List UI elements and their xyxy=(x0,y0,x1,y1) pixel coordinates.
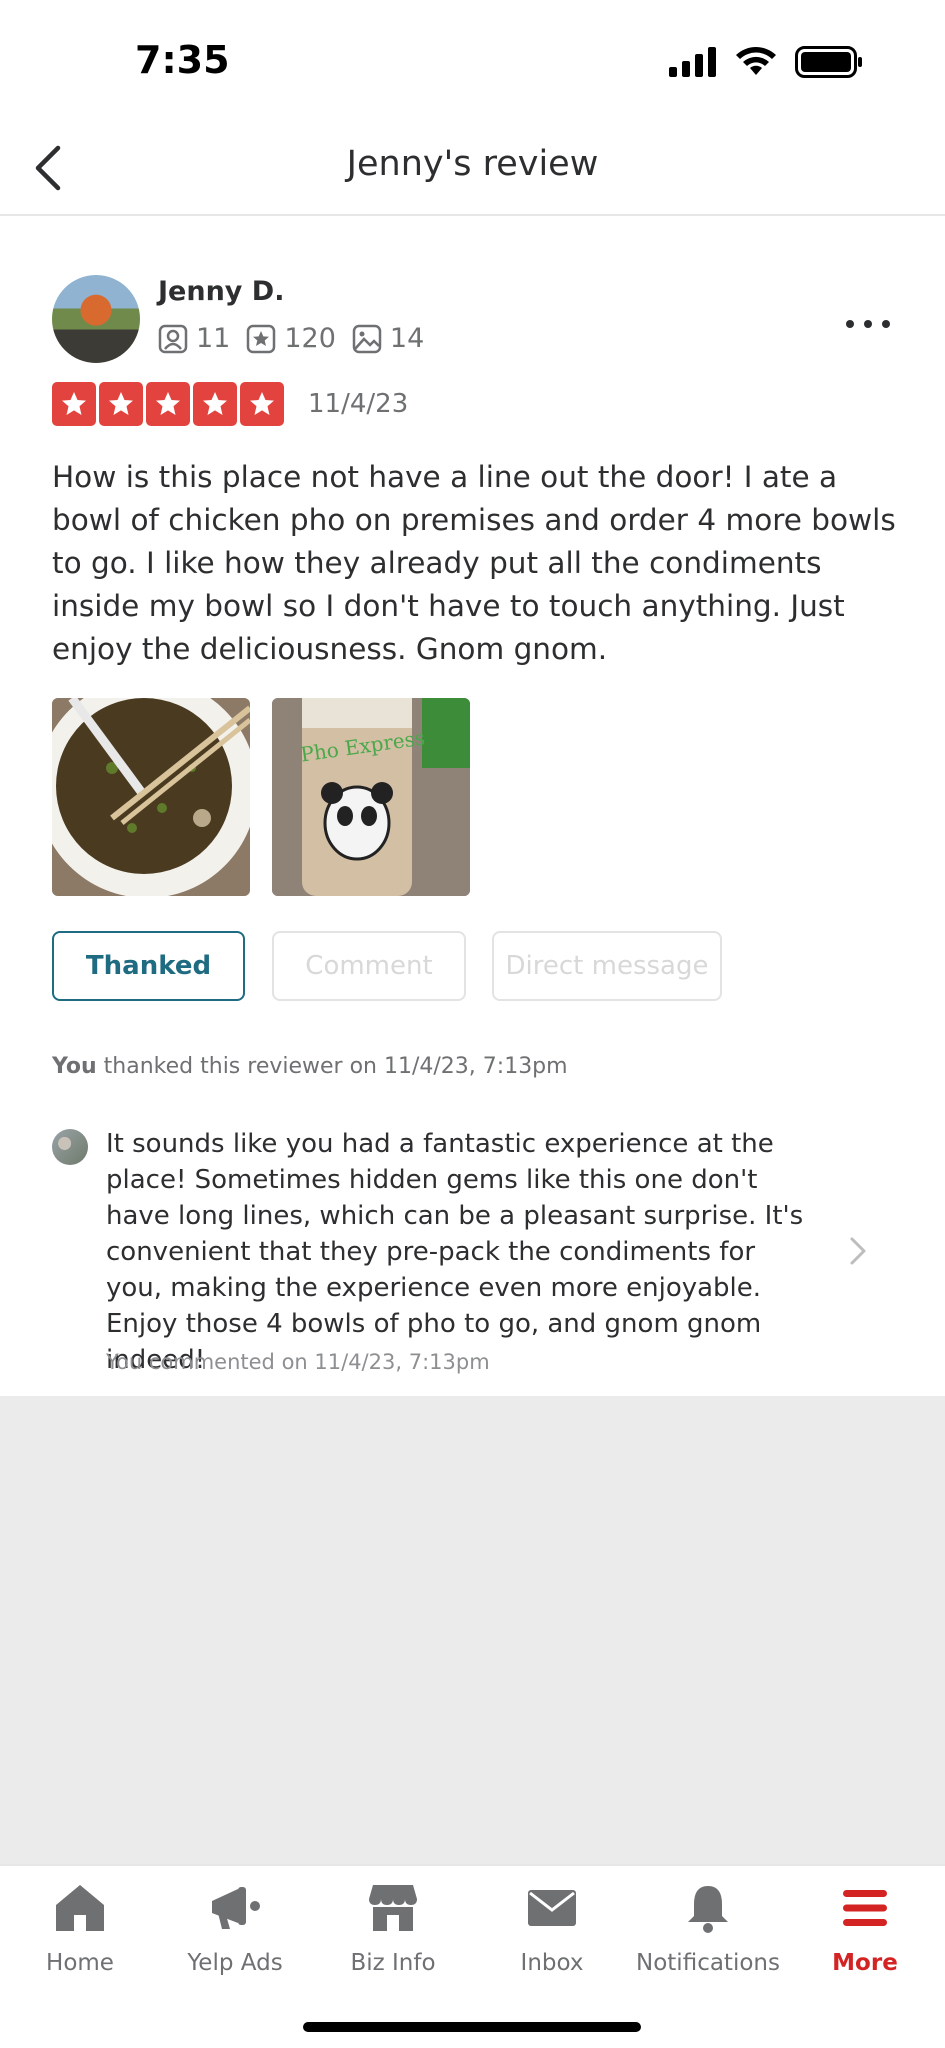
tab-home[interactable]: Home xyxy=(0,1880,160,1976)
star-icon xyxy=(240,382,284,426)
tab-inbox[interactable]: Inbox xyxy=(472,1880,632,1976)
friends-stat: 11 xyxy=(158,323,230,354)
megaphone-icon xyxy=(207,1880,263,1936)
comment-text[interactable]: It sounds like you had a fantastic exper… xyxy=(106,1126,806,1378)
comment-button[interactable]: Comment xyxy=(272,931,466,1001)
page-title: Jenny's review xyxy=(346,144,599,184)
thanked-note-text: thanked this reviewer on 11/4/23, 7:13pm xyxy=(96,1054,568,1079)
photos-count: 14 xyxy=(389,323,425,354)
reviewer-name[interactable]: Jenny D. xyxy=(158,276,284,307)
review-photo-pho-bowl[interactable] xyxy=(52,698,250,896)
status-time: 7:35 xyxy=(135,38,230,82)
tab-notifications[interactable]: Notifications xyxy=(628,1880,788,1976)
status-icons xyxy=(669,46,863,78)
home-icon xyxy=(52,1880,108,1936)
tab-label: Inbox xyxy=(520,1950,584,1976)
envelope-icon xyxy=(524,1880,580,1936)
star-icon xyxy=(146,382,190,426)
friends-icon xyxy=(158,324,188,353)
ellipsis-icon xyxy=(846,320,890,328)
tab-label: More xyxy=(832,1950,898,1976)
reviewer-avatar[interactable] xyxy=(52,275,140,363)
thanked-button[interactable]: Thanked xyxy=(52,931,245,1001)
home-indicator xyxy=(303,2022,641,2032)
review-card: Jenny D. 11 120 14 11/4/23 How is this p… xyxy=(0,216,945,1396)
friends-count: 11 xyxy=(196,323,231,354)
tab-biz-info[interactable]: Biz Info xyxy=(313,1880,473,1976)
review-text: How is this place not have a line out th… xyxy=(52,460,896,666)
tab-label: Home xyxy=(46,1950,114,1976)
bell-icon xyxy=(680,1880,736,1936)
cellular-signal-icon xyxy=(669,47,716,77)
review-date: 11/4/23 xyxy=(308,389,409,419)
star-icon xyxy=(99,382,143,426)
thanked-note-you: You xyxy=(52,1054,97,1079)
battery-icon xyxy=(795,46,862,78)
tab-more[interactable]: More xyxy=(785,1880,945,1976)
tab-label: Notifications xyxy=(636,1950,780,1976)
reviews-count: 120 xyxy=(284,323,336,354)
commenter-avatar xyxy=(52,1129,88,1165)
tab-label: Biz Info xyxy=(350,1950,436,1976)
tab-label: Yelp Ads xyxy=(187,1950,283,1976)
bottom-tab-bar: Home Yelp Ads Biz Info Inbox Notificatio… xyxy=(0,1864,945,2048)
wifi-icon xyxy=(736,47,776,75)
star-badge-icon xyxy=(247,324,276,353)
photo-icon xyxy=(352,324,382,353)
status-bar: 7:35 xyxy=(0,0,945,120)
tab-yelp-ads[interactable]: Yelp Ads xyxy=(155,1880,315,1976)
review-photo-drink[interactable]: Pho Express xyxy=(272,698,470,896)
comment-meta: You commented on 11/4/23, 7:13pm xyxy=(106,1350,490,1374)
star-icon xyxy=(52,382,96,426)
nav-bar: Jenny's review xyxy=(0,120,945,216)
empty-background xyxy=(0,1396,945,1864)
storefront-icon xyxy=(365,1880,421,1936)
more-options-button[interactable] xyxy=(845,306,891,329)
chevron-right-icon[interactable] xyxy=(849,1236,867,1270)
reviews-stat: 120 xyxy=(246,323,336,354)
direct-message-button[interactable]: Direct message xyxy=(492,931,722,1001)
reviewer-stats: 11 120 14 xyxy=(158,323,440,354)
menu-icon xyxy=(837,1880,893,1936)
star-icon xyxy=(193,382,237,426)
thanked-note: You thanked this reviewer on 11/4/23, 7:… xyxy=(52,1054,568,1079)
star-rating xyxy=(52,382,284,426)
photos-stat: 14 xyxy=(352,323,424,354)
